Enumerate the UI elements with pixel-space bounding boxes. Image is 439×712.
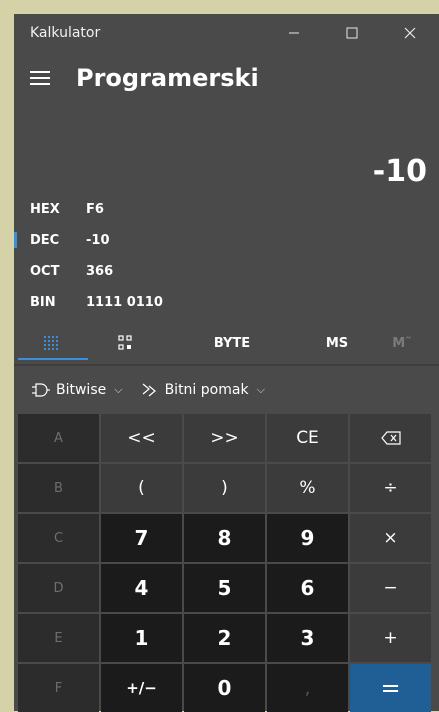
key-close-paren[interactable]: ) <box>184 464 265 512</box>
key-add[interactable]: + <box>350 614 431 662</box>
bit-toggle-keypad-icon <box>118 335 132 350</box>
window-title: Kalkulator <box>30 25 101 41</box>
key-multiply[interactable]: × <box>350 514 431 562</box>
key-modulo[interactable]: % <box>267 464 348 512</box>
key-decimal: , <box>267 664 348 712</box>
key-7[interactable]: 7 <box>101 514 182 562</box>
key-open-paren[interactable]: ( <box>101 464 182 512</box>
base-row-oct[interactable]: OCT 366 <box>14 256 439 287</box>
backspace-icon <box>380 431 401 445</box>
tab-bit-toggle[interactable] <box>88 322 162 364</box>
result-display: -10 <box>14 104 439 194</box>
key-hex-b: B <box>18 464 99 512</box>
key-subtract[interactable]: − <box>350 564 431 612</box>
key-3[interactable]: 3 <box>267 614 348 662</box>
key-1[interactable]: 1 <box>101 614 182 662</box>
key-left-shift[interactable]: << <box>101 414 182 462</box>
memory-store-button[interactable]: MS <box>302 322 372 364</box>
key-right-shift[interactable]: >> <box>184 414 265 462</box>
key-hex-a: A <box>18 414 99 462</box>
result-value: -10 <box>372 154 427 189</box>
keypad: A << >> CE B ( ) % ÷ C 7 8 9 × D 4 5 6 −… <box>18 414 431 712</box>
bit-shift-icon <box>142 383 156 397</box>
key-hex-f: F <box>18 664 99 712</box>
close-icon <box>404 27 416 39</box>
key-backspace[interactable] <box>350 414 431 462</box>
key-6[interactable]: 6 <box>267 564 348 612</box>
maximize-icon <box>346 27 358 39</box>
key-9[interactable]: 9 <box>267 514 348 562</box>
key-equals[interactable]: = <box>350 664 431 712</box>
base-value: F6 <box>86 202 104 217</box>
mode-title: Programerski <box>76 64 259 92</box>
bitshift-dropdown[interactable]: Bitni pomak ⌵ <box>141 382 265 398</box>
key-0[interactable]: 0 <box>184 664 265 712</box>
key-hex-d: D <box>18 564 99 612</box>
base-value: 1111 0110 <box>86 295 163 310</box>
hamburger-icon[interactable] <box>30 71 60 85</box>
tab-full-keypad[interactable] <box>14 322 88 364</box>
minimize-button[interactable] <box>265 14 323 52</box>
base-row-hex[interactable]: HEX F6 <box>14 194 439 225</box>
key-5[interactable]: 5 <box>184 564 265 612</box>
base-value: 366 <box>86 264 114 279</box>
minimize-icon <box>289 32 299 34</box>
key-divide[interactable]: ÷ <box>350 464 431 512</box>
base-list: HEX F6 DEC -10 OCT 366 BIN 1111 0110 <box>14 194 439 318</box>
full-keypad-icon <box>44 336 58 350</box>
bitshift-label: Bitni pomak <box>164 382 249 398</box>
maximize-button[interactable] <box>323 14 381 52</box>
chevron-down-icon: ⌵ <box>256 383 265 396</box>
key-hex-c: C <box>18 514 99 562</box>
base-label: DEC <box>30 233 60 248</box>
close-button[interactable] <box>381 14 439 52</box>
bit-operations-toolbar: Bitwise ⌵ Bitni pomak ⌵ <box>14 366 439 414</box>
key-4[interactable]: 4 <box>101 564 182 612</box>
key-8[interactable]: 8 <box>184 514 265 562</box>
logic-gate-icon <box>32 383 50 397</box>
word-size-button[interactable]: BYTE <box>162 322 302 364</box>
base-row-bin[interactable]: BIN 1111 0110 <box>14 287 439 318</box>
header: Programerski <box>14 52 439 104</box>
base-label: BIN <box>30 295 56 310</box>
base-row-dec[interactable]: DEC -10 <box>14 225 439 256</box>
key-hex-e: E <box>18 614 99 662</box>
memory-recall-button: M˜ <box>392 335 412 351</box>
base-label: HEX <box>30 202 60 217</box>
key-2[interactable]: 2 <box>184 614 265 662</box>
base-value: -10 <box>86 233 110 248</box>
key-clear-entry[interactable]: CE <box>267 414 348 462</box>
title-bar: Kalkulator <box>14 14 439 52</box>
bitwise-dropdown[interactable]: Bitwise ⌵ <box>32 382 123 398</box>
bitwise-label: Bitwise <box>56 382 107 398</box>
key-negate[interactable]: +/− <box>101 664 182 712</box>
keypad-tabs: BYTE MS M˜ <box>14 322 439 364</box>
base-label: OCT <box>30 264 60 279</box>
chevron-down-icon: ⌵ <box>114 383 123 396</box>
